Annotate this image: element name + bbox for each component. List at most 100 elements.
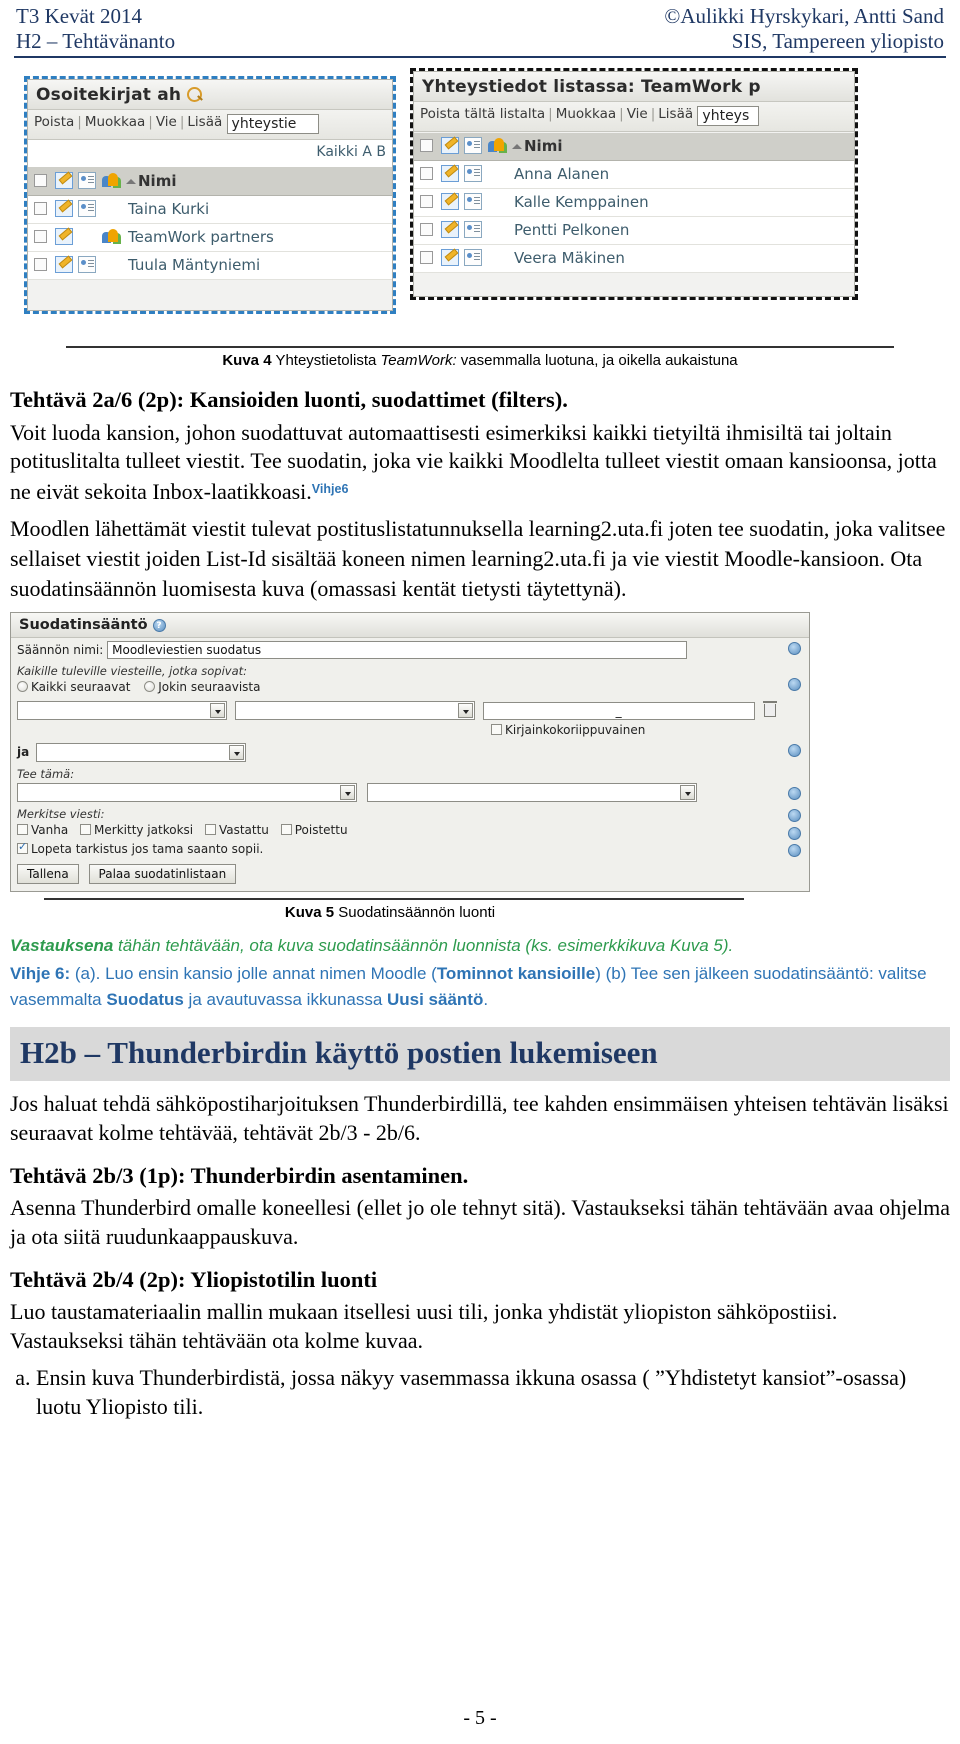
table-row[interactable]: Tuula Mäntyniemi: [28, 252, 392, 280]
contact-card-icon[interactable]: [464, 193, 482, 210]
answer-green-rest: tähän tehtävään, ota kuva suodatinsäännö…: [113, 936, 734, 955]
hint-6-text-4: .: [483, 990, 489, 1009]
toolbar-lisaa[interactable]: Lisää: [187, 114, 222, 130]
contact-name[interactable]: Pentti Pelkonen: [514, 221, 629, 239]
table-row[interactable]: Veera Mäkinen: [414, 245, 854, 273]
pencil-icon[interactable]: [441, 249, 459, 266]
contact-card-icon: [78, 172, 96, 189]
table-row[interactable]: Kalle Kemppainen: [414, 189, 854, 217]
mark-vastattu-label[interactable]: Vastattu: [219, 823, 269, 837]
toolbar-lisaa[interactable]: Lisää: [658, 106, 693, 122]
chevron-down-icon[interactable]: [210, 703, 225, 718]
select-all-checkbox[interactable]: [34, 174, 47, 187]
help-icon[interactable]: [788, 844, 801, 857]
pencil-icon[interactable]: [441, 221, 459, 238]
page-number: - 5 -: [463, 1707, 497, 1729]
contact-name[interactable]: Veera Mäkinen: [514, 249, 625, 267]
row-checkbox[interactable]: [34, 230, 47, 243]
mark-jatkoksi-label[interactable]: Merkitty jatkoksi: [94, 823, 193, 837]
stop-check-checkbox[interactable]: [17, 840, 28, 854]
chevron-down-icon[interactable]: [229, 745, 245, 760]
case-sensitive-checkbox[interactable]: [491, 724, 502, 735]
magnify-icon[interactable]: [187, 87, 203, 103]
do-this-label: Tee tämä:: [17, 767, 75, 781]
toolbar-muokkaa[interactable]: Muokkaa: [556, 106, 616, 122]
back-to-filter-list-button[interactable]: Palaa suodatinlistaan: [88, 864, 237, 884]
mark-vanha-label[interactable]: Vanha: [31, 823, 68, 837]
table-row[interactable]: Taina Kurki: [28, 196, 392, 224]
toolbar-muokkaa[interactable]: Muokkaa: [85, 114, 145, 130]
contact-card-icon[interactable]: [464, 165, 482, 182]
pencil-icon[interactable]: [55, 256, 73, 273]
mark-poistettu-label[interactable]: Poistettu: [295, 823, 348, 837]
contact-name[interactable]: TeamWork partners: [128, 228, 274, 246]
trash-icon[interactable]: [763, 701, 778, 717]
help-icon[interactable]: [788, 744, 801, 757]
dialog-buttons-row: Tallena Palaa suodatinlistaan: [11, 859, 809, 891]
stop-check-label[interactable]: Lopeta tarkistus jos tama saanto sopii.: [31, 842, 263, 856]
condition-value-input[interactable]: _: [482, 701, 755, 720]
chevron-down-icon[interactable]: [340, 785, 355, 800]
people-icon[interactable]: [101, 228, 119, 245]
radio-all-label[interactable]: Kaikki seuraavat: [31, 680, 130, 694]
contact-name[interactable]: Taina Kurki: [128, 200, 209, 218]
row-checkbox[interactable]: [420, 251, 433, 264]
contact-name[interactable]: Anna Alanen: [514, 165, 609, 183]
column-header-name[interactable]: Nimi: [524, 137, 562, 155]
case-sensitive-label[interactable]: Kirjainkokoriippuvainen: [505, 723, 645, 737]
contact-name[interactable]: Tuula Mäntyniemi: [128, 256, 260, 274]
condition-field-select-2: [36, 743, 247, 762]
help-icon[interactable]: [788, 809, 801, 822]
contact-card-icon[interactable]: [464, 249, 482, 266]
row-checkbox[interactable]: [34, 258, 47, 271]
help-icon[interactable]: [788, 827, 801, 840]
header-divider: [14, 56, 946, 58]
table-row[interactable]: TeamWork partners: [28, 224, 392, 252]
contactlist-search-input[interactable]: yhteys: [697, 106, 760, 126]
mark-vanha-checkbox[interactable]: [17, 824, 28, 835]
mark-poistettu-checkbox[interactable]: [280, 824, 292, 835]
toolbar-poista[interactable]: Poista: [34, 114, 74, 130]
radio-any-label[interactable]: Jokin seuraavista: [158, 680, 260, 694]
pencil-icon[interactable]: [441, 165, 459, 182]
save-button[interactable]: Tallena: [17, 864, 79, 884]
help-icon[interactable]: [788, 642, 801, 655]
table-row[interactable]: Pentti Pelkonen: [414, 217, 854, 245]
toolbar-vie[interactable]: Vie: [627, 106, 648, 122]
rule-name-input[interactable]: Moodleviestien suodatus: [107, 641, 688, 659]
row-checkbox[interactable]: [420, 223, 433, 236]
pencil-icon[interactable]: [441, 193, 459, 210]
help-icon[interactable]: [788, 678, 801, 691]
row-checkbox[interactable]: [420, 167, 433, 180]
figure4-right-highlight: Yhteystiedot listassa: TeamWork p Poista…: [410, 68, 858, 300]
mark-vastattu-checkbox[interactable]: [204, 824, 216, 835]
header-right: ©Aulikki Hyrskykari, Antti Sand SIS, Tam…: [664, 4, 944, 54]
radio-any-following[interactable]: [144, 681, 156, 692]
chevron-down-icon[interactable]: [679, 785, 695, 800]
row-checkbox[interactable]: [420, 195, 433, 208]
figure5-caption-label: Kuva 5: [284, 904, 335, 921]
figure5-caption: Kuva 5 Suodatinsäännön luonti: [20, 900, 760, 921]
table-row[interactable]: Anna Alanen: [414, 161, 854, 189]
sort-ascending-icon[interactable]: [512, 144, 522, 149]
pencil-icon[interactable]: [55, 228, 73, 245]
column-header-name[interactable]: Nimi: [138, 172, 176, 190]
chevron-down-icon[interactable]: [457, 703, 473, 718]
select-all-checkbox[interactable]: [420, 139, 433, 152]
task-2b3-heading: Tehtävä 2b/3 (1p): Thunderbirdin asentam…: [10, 1163, 469, 1188]
help-icon[interactable]: ?: [152, 619, 166, 632]
sort-ascending-icon[interactable]: [126, 179, 136, 184]
addressbook-toolbar: Poista | Muokkaa | Vie | Lisää yhteystie: [28, 110, 392, 140]
row-checkbox[interactable]: [34, 202, 47, 215]
pencil-icon[interactable]: [55, 200, 73, 217]
contact-card-icon[interactable]: [78, 256, 96, 273]
contact-card-icon[interactable]: [78, 200, 96, 217]
toolbar-vie[interactable]: Vie: [156, 114, 177, 130]
addressbook-search-input[interactable]: yhteystie: [226, 114, 319, 134]
contact-card-icon[interactable]: [464, 221, 482, 238]
radio-all-following[interactable]: [17, 681, 28, 692]
toolbar-poista-listalta[interactable]: Poista tältä listalta: [420, 106, 545, 122]
mark-jatkoksi-checkbox[interactable]: [80, 824, 92, 835]
help-icon[interactable]: [788, 787, 801, 800]
contact-name[interactable]: Kalle Kemppainen: [514, 193, 649, 211]
